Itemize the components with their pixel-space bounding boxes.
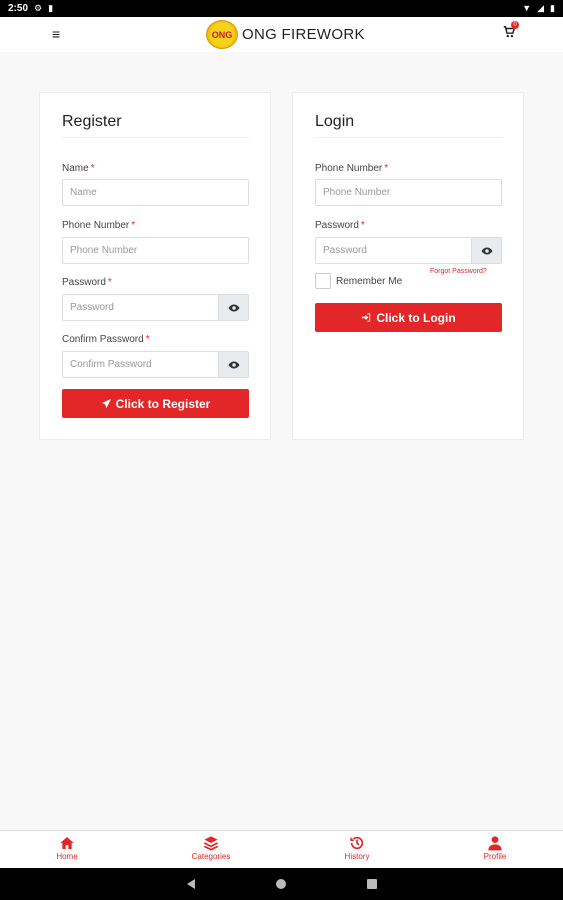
history-icon: [350, 836, 364, 850]
bottom-nav: Home Categories History Profile: [0, 830, 563, 868]
toggle-confirm-password-button[interactable]: [218, 351, 249, 378]
phone-label: Phone Number *: [62, 220, 136, 231]
nav-home[interactable]: Home: [27, 835, 107, 861]
system-nav-bar: [0, 868, 563, 900]
battery-icon: ▮: [550, 3, 555, 13]
status-bar: 2:50 ⚙ ▮ ▼ ◢ ▮: [0, 0, 563, 17]
status-time: 2:50: [8, 3, 29, 14]
paper-plane-icon: [101, 398, 112, 409]
register-card: Register Name * Name Phone Number * Phone …: [39, 92, 271, 440]
brand-name: ONG FIREWORK: [242, 26, 365, 43]
confirm-password-label: Confirm Password *: [62, 334, 150, 345]
divider: [315, 137, 502, 138]
login-phone-label: Phone Number *: [315, 163, 389, 174]
home-circle-icon[interactable]: [276, 879, 286, 889]
remember-me[interactable]: Remember Me: [315, 273, 402, 289]
eye-icon: [228, 361, 239, 368]
login-title: Login: [315, 113, 355, 130]
toggle-password-button[interactable]: [218, 294, 249, 321]
cart-button[interactable]: 0: [502, 21, 519, 41]
login-button[interactable]: Click to Login: [315, 303, 502, 332]
login-password-label: Password *: [315, 220, 365, 231]
nav-history[interactable]: History: [317, 835, 397, 861]
cart-badge: 0: [511, 21, 519, 29]
divider: [62, 137, 249, 138]
wifi-icon: ▼: [522, 3, 532, 13]
sim-status-icon: ▮: [48, 3, 54, 13]
eye-icon: [481, 247, 492, 254]
eye-icon: [228, 304, 239, 311]
back-icon[interactable]: [187, 879, 195, 889]
sign-in-icon: [361, 312, 372, 323]
nav-profile[interactable]: Profile: [455, 835, 535, 861]
login-password-input[interactable]: Password: [315, 237, 471, 264]
settings-status-icon: ⚙: [34, 3, 43, 13]
name-label: Name *: [62, 163, 95, 174]
forgot-password-link[interactable]: Forgot Password?: [430, 268, 487, 275]
signal-icon: ◢: [537, 3, 545, 13]
name-input[interactable]: Name: [62, 179, 249, 206]
register-password-input[interactable]: Password: [62, 294, 218, 321]
recents-icon[interactable]: [367, 879, 377, 889]
menu-icon[interactable]: ≡: [52, 26, 64, 42]
brand[interactable]: ONG ONG FIREWORK: [206, 20, 365, 49]
remember-me-label: Remember Me: [336, 275, 403, 287]
login-card: Login Phone Number * Phone Number Passwor…: [292, 92, 524, 440]
register-button[interactable]: Click to Register: [62, 389, 249, 418]
login-phone-input[interactable]: Phone Number: [315, 179, 502, 206]
layers-icon: [203, 836, 219, 851]
confirm-password-input[interactable]: Confirm Password: [62, 351, 218, 378]
register-phone-input[interactable]: Phone Number: [62, 237, 249, 264]
user-icon: [488, 836, 502, 851]
home-icon: [60, 837, 74, 849]
register-title: Register: [62, 113, 122, 130]
password-label: Password *: [62, 277, 112, 288]
remember-me-checkbox[interactable]: [315, 273, 331, 289]
toggle-login-password-button[interactable]: [471, 237, 502, 264]
nav-categories[interactable]: Categories: [171, 835, 251, 861]
brand-logo: ONG: [206, 20, 238, 49]
app-header: ≡ ONG ONG FIREWORK 0: [0, 17, 563, 52]
